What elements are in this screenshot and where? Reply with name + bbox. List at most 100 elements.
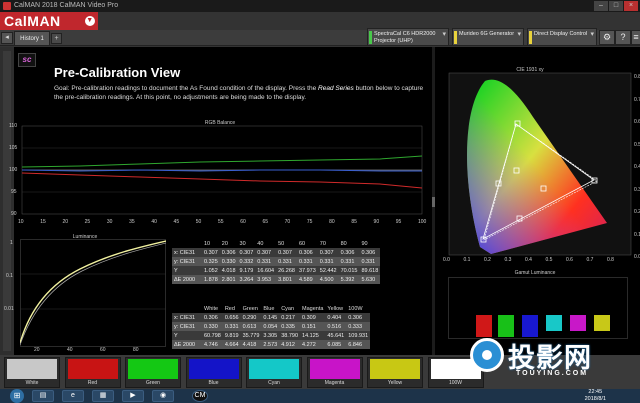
rgb-x-tick: 65 bbox=[262, 219, 268, 225]
table-cell: 0.331 bbox=[296, 257, 318, 266]
add-tab-button[interactable]: + bbox=[51, 33, 62, 44]
patch-color-swatch bbox=[128, 359, 178, 379]
cie-x-tick: 0.1 bbox=[463, 257, 471, 263]
clock-time: 22:45 bbox=[588, 389, 603, 395]
gamut-bar-red bbox=[476, 315, 492, 337]
table-header-cell: Green bbox=[240, 304, 262, 313]
folder-icon: ▤ bbox=[39, 392, 47, 399]
device-generator-name: Murideo 6G Generator bbox=[459, 31, 515, 37]
patch-label: White bbox=[25, 380, 39, 386]
cie-y-tick: 0.7 bbox=[634, 96, 640, 103]
help-button[interactable]: ? bbox=[615, 30, 631, 45]
cie-x-tick: 0.8 bbox=[607, 257, 614, 263]
table-cell: 9.819 bbox=[222, 331, 241, 340]
system-clock[interactable]: 22:45 2018/8/1 bbox=[585, 389, 606, 403]
settings-button[interactable]: ⚙ bbox=[599, 30, 615, 45]
device-display-name: Direct Display Control bbox=[534, 31, 588, 37]
patch-label: Yellow bbox=[387, 380, 403, 386]
close-button[interactable]: × bbox=[624, 1, 638, 11]
device-meter-selector[interactable]: SpectraCal C6 HDR2000 Projector (UHP) ▾ bbox=[367, 28, 449, 46]
patch-button-magenta[interactable]: Magenta bbox=[306, 357, 363, 388]
rgb-x-tick: 90 bbox=[373, 219, 380, 225]
luminance-chart bbox=[20, 239, 166, 347]
calman-menu-button[interactable]: CalMAN ▼ bbox=[0, 12, 98, 30]
table-cell: 4.272 bbox=[300, 340, 326, 349]
table-cell: 0.306 bbox=[338, 248, 360, 257]
menu-button[interactable]: ≡ bbox=[631, 30, 640, 45]
table-header-row: White Red Green Blue Cyan Magenta Yellow 100W bbox=[172, 304, 371, 313]
patch-color-swatch bbox=[309, 359, 360, 379]
cie-y-tick: 0.1 bbox=[634, 231, 640, 238]
window-title: CalMAN 2018 CalMAN Video Pro bbox=[14, 2, 119, 9]
gamut-bar-cyan bbox=[546, 315, 562, 331]
device-generator-selector[interactable]: Murideo 6G Generator ▾ bbox=[452, 28, 524, 46]
rgb-x-tick: 70 bbox=[284, 219, 291, 225]
table-row-label: x: CIE31 bbox=[172, 248, 202, 257]
table-cell: 0.331 bbox=[338, 257, 360, 266]
table-cell: 0.054 bbox=[261, 322, 280, 331]
table-cell: 0.306 bbox=[296, 248, 318, 257]
patch-button-cyan[interactable]: Cyan bbox=[246, 357, 302, 388]
patch-color-swatch bbox=[249, 359, 299, 379]
table-row-label: Y bbox=[172, 266, 202, 275]
tab-history-1[interactable]: History 1 bbox=[14, 31, 50, 46]
rgb-x-tick: 75 bbox=[306, 219, 313, 225]
device-meter-type: Projector (UHP) bbox=[374, 37, 413, 44]
table-cell: 37.973 bbox=[296, 266, 318, 275]
taskbar-app-chrome[interactable]: ◉ bbox=[152, 390, 174, 402]
table-header-cell: 50 bbox=[276, 239, 297, 248]
patch-label: Green bbox=[146, 380, 160, 386]
cie-y-tick: 0.4 bbox=[634, 164, 640, 170]
table-header-cell: 60 bbox=[296, 239, 318, 248]
table-header-cell: Cyan bbox=[279, 304, 301, 313]
patch-button-white[interactable]: White bbox=[4, 357, 60, 388]
table-cell: 109.931 bbox=[346, 331, 371, 340]
table-cell: 35.779 bbox=[240, 331, 262, 340]
rgb-x-tick: 35 bbox=[129, 219, 135, 225]
lum-y-tick: 1 bbox=[10, 240, 13, 246]
table-row: ΔE 2000 4.746 4.664 4.418 2.573 4.912 4.272 6.0… bbox=[172, 340, 371, 349]
cie-y-tick: 0.2 bbox=[634, 209, 640, 215]
table-cell: 3.264 bbox=[237, 275, 256, 284]
back-button[interactable]: ◂ bbox=[1, 32, 13, 44]
table-cell: 5.392 bbox=[338, 275, 360, 284]
taskbar-app-folder[interactable]: ▤ bbox=[32, 390, 54, 402]
table-row: x: CIE31 0.306 0.656 0.290 0.145 0.217 0.309 0.… bbox=[172, 313, 371, 322]
rgb-y-tick: 105 bbox=[9, 145, 18, 151]
table-cell: 0.325 bbox=[202, 257, 220, 266]
table-header-row: 10 20 30 40 50 60 70 80 90 bbox=[172, 239, 381, 248]
table-cell: 0.335 bbox=[279, 322, 301, 331]
rgb-x-tick: 15 bbox=[40, 219, 46, 225]
table-header-cell: 100W bbox=[346, 304, 371, 313]
gamut-bar-yellow bbox=[594, 315, 610, 331]
table-cell: 0.151 bbox=[300, 322, 326, 331]
cie-x-tick: 0.6 bbox=[566, 257, 573, 263]
minimize-button[interactable]: – bbox=[594, 1, 608, 11]
cie-x-tick: 0.3 bbox=[504, 257, 512, 263]
table-cell: 0.307 bbox=[276, 248, 297, 257]
help-icon: ? bbox=[620, 32, 626, 42]
taskbar-app-explorer[interactable]: ▦ bbox=[92, 390, 114, 402]
taskbar-app-media[interactable]: ▶ bbox=[122, 390, 144, 402]
table-cell: 0.331 bbox=[222, 322, 241, 331]
start-button[interactable]: ⊞ bbox=[10, 389, 24, 403]
table-cell: 0.307 bbox=[317, 248, 339, 257]
taskbar-app-calman[interactable]: CM bbox=[192, 390, 208, 402]
patch-button-blue[interactable]: Blue bbox=[185, 357, 242, 388]
taskbar-app-browser[interactable]: e bbox=[62, 390, 84, 402]
device-display-selector[interactable]: Direct Display Control ▾ bbox=[527, 28, 597, 46]
chevron-down-icon: ▾ bbox=[517, 31, 521, 38]
chevron-down-icon: ▾ bbox=[590, 31, 594, 38]
patch-button-red[interactable]: Red bbox=[64, 357, 121, 388]
media-player-icon: ▶ bbox=[130, 392, 136, 399]
table-row-label: ΔE 2000 bbox=[172, 340, 202, 349]
site-watermark: 投影网 TOUYING.COM bbox=[470, 336, 610, 388]
gamut-bar-magenta bbox=[570, 315, 586, 331]
chevron-down-icon: ▼ bbox=[85, 16, 95, 26]
patch-button-yellow[interactable]: Yellow bbox=[367, 357, 423, 388]
patch-button-green[interactable]: Green bbox=[125, 357, 181, 388]
maximize-button[interactable]: □ bbox=[609, 1, 623, 11]
table-cell: 4.589 bbox=[296, 275, 318, 284]
cie-y-tick: 0.0 bbox=[634, 254, 640, 260]
table-cell: 0.331 bbox=[255, 257, 277, 266]
